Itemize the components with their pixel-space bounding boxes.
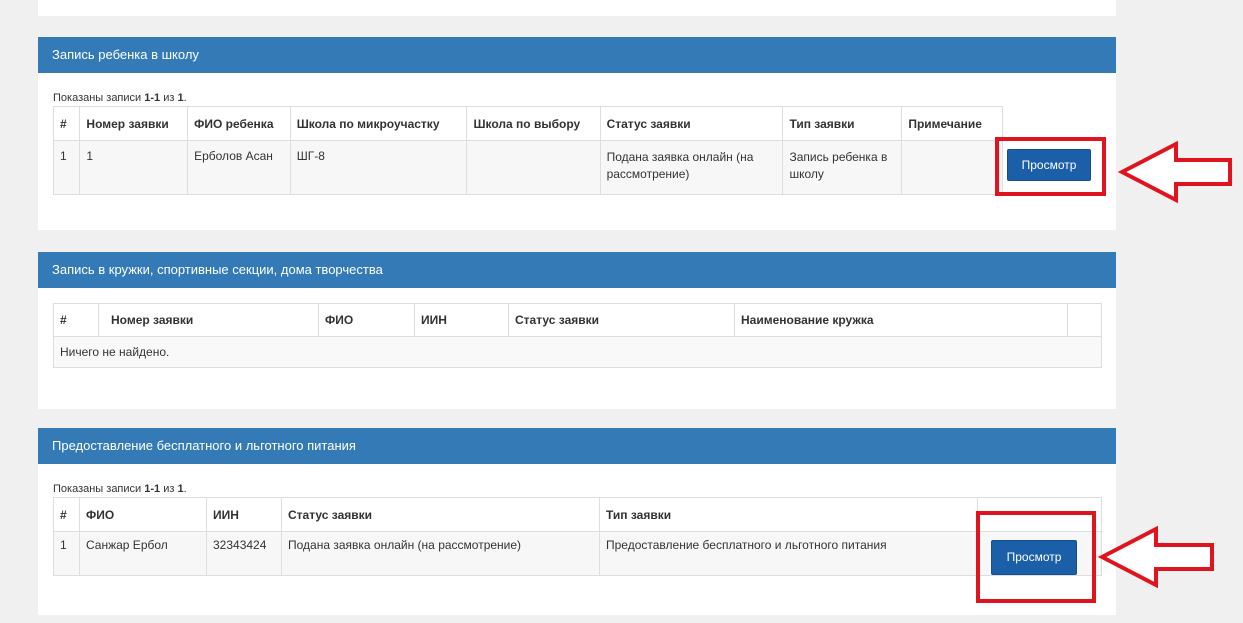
col-status: Статус заявки: [599, 106, 784, 141]
col-note: Примечание: [901, 106, 1003, 141]
clubs-table: # Номер заявки ФИО ИИН Статус заявки Наи…: [53, 303, 1102, 368]
cell-request-number: 1: [79, 140, 189, 195]
meals-summary: Показаны записи 1-1 из 1.: [53, 483, 187, 495]
col-type: Тип заявки: [599, 497, 978, 532]
col-index: #: [52, 106, 81, 141]
arrow-left-icon: [1098, 525, 1214, 589]
cell-iin: 32343424: [206, 531, 282, 576]
col-status: Статус заявки: [281, 497, 600, 532]
meals-panel: Предоставление бесплатного и льготного п…: [38, 428, 1116, 615]
meals-panel-title: Предоставление бесплатного и льготного п…: [38, 428, 1116, 464]
cell-choice-school: [466, 140, 601, 195]
cell-micro-school: ШГ-8: [289, 140, 468, 195]
clubs-panel-title: Запись в кружки, спортивные секции, дома…: [38, 252, 1116, 288]
col-name: ФИО: [318, 303, 415, 337]
school-summary: Показаны записи 1-1 из 1.: [53, 92, 187, 104]
col-iin: ИИН: [206, 497, 282, 532]
table-row: 1 Санжар Ербол 32343424 Подана заявка он…: [53, 531, 1102, 576]
school-enrollment-panel: Запись ребенка в школу Показаны записи 1…: [38, 37, 1116, 230]
col-request-number: Номер заявки: [79, 106, 189, 141]
clubs-panel: Запись в кружки, спортивные секции, дома…: [38, 252, 1116, 409]
col-club-name: Наименование кружка: [734, 303, 1068, 337]
cell-index: 1: [53, 531, 80, 576]
col-choice-school: Школа по выбору: [466, 106, 601, 141]
col-iin: ИИН: [414, 303, 509, 337]
empty-message: Ничего не найдено.: [53, 336, 1102, 368]
cell-type: Запись ребенка в школу: [782, 140, 903, 195]
school-panel-title: Запись ребенка в школу: [38, 37, 1116, 73]
arrow-left-icon: [1118, 140, 1232, 204]
meals-table: # ФИО ИИН Статус заявки Тип заявки 1 Сан…: [53, 497, 1102, 576]
cell-child-name: Ерболов Асан: [187, 140, 291, 195]
col-child-name: ФИО ребенка: [187, 106, 291, 141]
highlight-box-meals: [976, 511, 1096, 603]
cell-name: Санжар Ербол: [79, 531, 207, 576]
col-index: #: [53, 497, 80, 532]
col-micro-school: Школа по микроучастку: [289, 106, 468, 141]
col-request-number: Номер заявки: [98, 303, 319, 337]
cell-type: Предоставление бесплатного и льготного п…: [599, 531, 978, 576]
table-row: Ничего не найдено.: [53, 336, 1102, 368]
cell-status: Подана заявка онлайн (на рассмотрение): [281, 531, 600, 576]
highlight-box-school: [995, 137, 1106, 196]
cell-note: [901, 140, 1003, 195]
school-table: # Номер заявки ФИО ребенка Школа по микр…: [52, 106, 1003, 195]
col-index: #: [53, 303, 99, 337]
table-header-row: # Номер заявки ФИО ребенка Школа по микр…: [52, 106, 1003, 141]
table-row: 1 1 Ерболов Асан ШГ-8 Подана заявка онла…: [52, 140, 1003, 195]
table-header-row: # Номер заявки ФИО ИИН Статус заявки Наи…: [53, 303, 1102, 337]
table-header-row: # ФИО ИИН Статус заявки Тип заявки: [53, 497, 1102, 532]
cell-status: Подана заявка онлайн (на рассмотрение): [599, 140, 784, 195]
col-actions: [1067, 303, 1102, 337]
col-status: Статус заявки: [508, 303, 735, 337]
col-type: Тип заявки: [782, 106, 903, 141]
col-name: ФИО: [79, 497, 207, 532]
previous-panel-bottom: [38, 0, 1116, 16]
cell-index: 1: [52, 140, 81, 195]
